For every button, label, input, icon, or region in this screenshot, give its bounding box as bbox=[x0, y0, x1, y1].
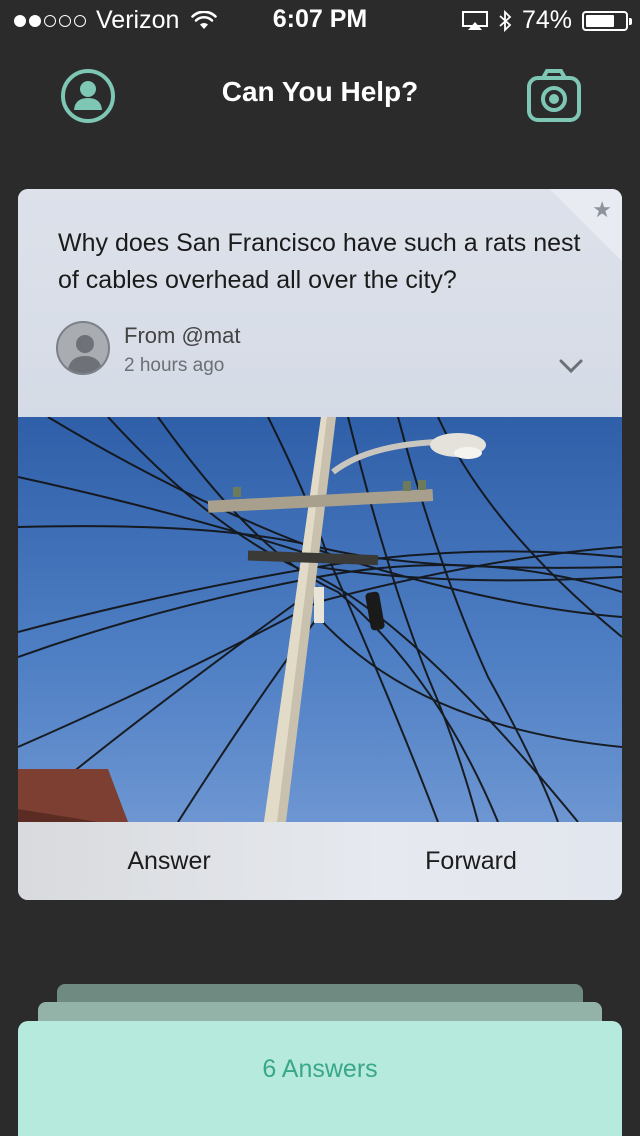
airplay-icon bbox=[461, 10, 488, 30]
answer-button[interactable]: Answer bbox=[18, 822, 320, 900]
utility-pole-image bbox=[18, 417, 622, 822]
timestamp: 2 hours ago bbox=[124, 355, 225, 376]
avatar[interactable] bbox=[56, 321, 110, 375]
camera-icon bbox=[527, 69, 581, 122]
status-bar: Verizon 6:07 PM 74% bbox=[0, 0, 640, 40]
status-right: 74% bbox=[461, 6, 632, 35]
user-avatar-icon bbox=[67, 335, 103, 373]
camera-button[interactable] bbox=[524, 66, 584, 126]
question-text: Why does San Francisco have such a rats … bbox=[58, 229, 581, 294]
question-photo[interactable] bbox=[18, 417, 622, 822]
question-card[interactable]: ★ Why does San Francisco have such a rat… bbox=[18, 189, 622, 900]
star-icon[interactable]: ★ bbox=[592, 197, 612, 223]
card-actions: Answer Forward bbox=[18, 822, 622, 900]
author-label[interactable]: From @mat bbox=[124, 323, 240, 349]
answers-count[interactable]: 6 Answers bbox=[262, 1055, 377, 1136]
forward-button[interactable]: Forward bbox=[320, 822, 622, 900]
bluetooth-icon bbox=[499, 9, 512, 32]
question-header: ★ Why does San Francisco have such a rat… bbox=[18, 189, 622, 417]
battery-icon bbox=[582, 10, 632, 31]
battery-fill bbox=[586, 14, 615, 27]
battery-percentage: 74% bbox=[521, 6, 572, 34]
chevron-down-icon[interactable] bbox=[558, 357, 584, 375]
answers-card[interactable]: 6 Answers bbox=[18, 1021, 622, 1136]
